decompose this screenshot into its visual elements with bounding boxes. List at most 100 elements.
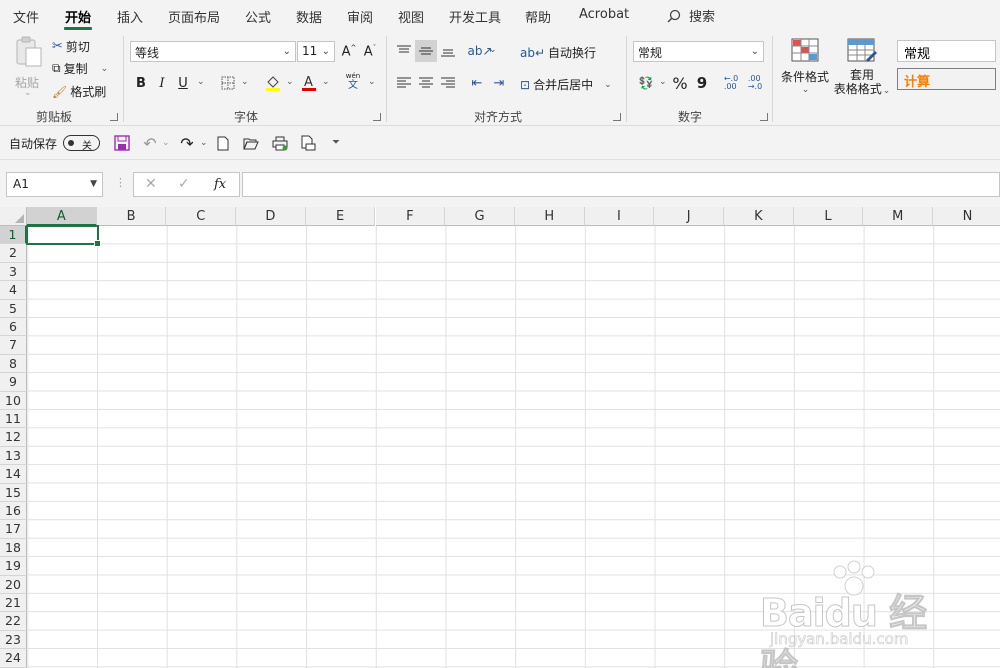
column-header-g[interactable]: G bbox=[445, 207, 515, 226]
paste-button[interactable]: 粘贴 ⌄ bbox=[12, 36, 46, 100]
undo-button[interactable]: ↶ bbox=[139, 132, 161, 154]
print-preview-button[interactable] bbox=[269, 132, 291, 154]
redo-dropdown-icon[interactable]: ⌄ bbox=[200, 138, 208, 148]
cell-style-normal[interactable]: 常规 bbox=[897, 40, 996, 62]
number-launcher-icon[interactable] bbox=[760, 113, 768, 121]
underline-dropdown-icon[interactable]: ⌄ bbox=[197, 77, 205, 87]
cut-button[interactable]: ✂ 剪切 bbox=[52, 38, 90, 55]
align-top-button[interactable] bbox=[393, 40, 415, 62]
tab-formulas[interactable]: 公式 bbox=[245, 7, 271, 26]
copy-button[interactable]: ⧉ 复制 ⌄ bbox=[52, 60, 108, 77]
column-header-n[interactable]: N bbox=[933, 207, 1000, 226]
copy-dropdown-icon[interactable]: ⌄ bbox=[101, 64, 109, 74]
column-header-j[interactable]: J bbox=[654, 207, 724, 226]
row-header-2[interactable]: 2 bbox=[0, 244, 27, 263]
tab-acrobat[interactable]: Acrobat bbox=[579, 7, 629, 22]
fill-color-dropdown-icon[interactable]: ⌄ bbox=[286, 77, 294, 87]
align-middle-button[interactable] bbox=[415, 40, 437, 62]
cell-style-calculation[interactable]: 计算 bbox=[897, 68, 996, 90]
quick-print-button[interactable] bbox=[297, 132, 319, 154]
row-header-3[interactable]: 3 bbox=[0, 262, 27, 282]
row-header-13[interactable]: 13 bbox=[0, 446, 27, 466]
decrease-font-size-button[interactable]: Aˇ bbox=[359, 41, 381, 63]
font-size-select[interactable]: 11 ⌄ bbox=[297, 41, 335, 62]
column-header-c[interactable]: C bbox=[166, 207, 237, 226]
tab-review[interactable]: 审阅 bbox=[347, 7, 373, 26]
row-header-22[interactable]: 22 bbox=[0, 612, 27, 631]
row-header-1[interactable]: 1 bbox=[0, 226, 27, 245]
underline-button[interactable]: U bbox=[172, 72, 194, 94]
font-name-select[interactable]: 等线 ⌄ bbox=[130, 41, 296, 62]
name-box[interactable]: A1 ▼ bbox=[6, 172, 103, 197]
insert-function-icon[interactable]: fx bbox=[214, 177, 226, 192]
number-format-select[interactable]: 常规 ⌄ bbox=[633, 41, 764, 62]
row-header-11[interactable]: 11 bbox=[0, 410, 27, 429]
merge-dropdown-icon[interactable]: ⌄ bbox=[604, 80, 612, 90]
column-header-h[interactable]: H bbox=[514, 207, 585, 226]
wrap-text-button[interactable]: ab↵ 自动换行 bbox=[520, 44, 596, 61]
row-header-19[interactable]: 19 bbox=[0, 557, 27, 576]
row-header-23[interactable]: 23 bbox=[0, 630, 27, 650]
tab-file[interactable]: 文件 bbox=[13, 7, 39, 26]
column-header-e[interactable]: E bbox=[305, 207, 376, 226]
new-file-button[interactable] bbox=[212, 132, 234, 154]
font-color-button[interactable]: A bbox=[298, 72, 320, 94]
orientation-button[interactable]: ab↗ bbox=[467, 40, 492, 62]
column-header-l[interactable]: L bbox=[793, 207, 864, 226]
confirm-entry-icon[interactable]: ✓ bbox=[178, 176, 190, 192]
autosave-toggle[interactable]: 关 bbox=[63, 135, 100, 152]
tab-help[interactable]: 帮助 bbox=[525, 7, 551, 26]
tab-insert[interactable]: 插入 bbox=[117, 7, 143, 26]
column-header-m[interactable]: M bbox=[863, 207, 934, 226]
cancel-entry-icon[interactable]: ✕ bbox=[145, 176, 157, 192]
comma-style-button[interactable]: 9 bbox=[691, 72, 713, 94]
alignment-launcher-icon[interactable] bbox=[613, 113, 621, 121]
fill-color-button[interactable] bbox=[262, 72, 284, 94]
row-header-12[interactable]: 12 bbox=[0, 428, 27, 447]
row-header-5[interactable]: 5 bbox=[0, 299, 27, 318]
percent-style-button[interactable]: % bbox=[669, 72, 691, 94]
borders-dropdown-icon[interactable]: ⌄ bbox=[241, 77, 249, 87]
align-center-button[interactable] bbox=[415, 72, 437, 94]
font-launcher-icon[interactable] bbox=[373, 113, 381, 121]
format-painter-button[interactable]: 🖌 格式刷 bbox=[52, 83, 106, 100]
increase-indent-button[interactable]: ⇥ bbox=[488, 72, 510, 94]
tab-data[interactable]: 数据 bbox=[296, 7, 322, 26]
italic-button[interactable]: I bbox=[151, 72, 173, 94]
bold-button[interactable]: B bbox=[130, 72, 152, 94]
tab-page-layout[interactable]: 页面布局 bbox=[168, 7, 220, 26]
paste-dropdown-icon[interactable]: ⌄ bbox=[24, 88, 32, 98]
customize-qat-icon[interactable]: ⏷ bbox=[332, 137, 340, 148]
row-header-24[interactable]: 24 bbox=[0, 649, 27, 668]
redo-button[interactable]: ↷ bbox=[176, 132, 198, 154]
row-header-6[interactable]: 6 bbox=[0, 318, 27, 337]
font-color-dropdown-icon[interactable]: ⌄ bbox=[322, 77, 330, 87]
column-header-d[interactable]: D bbox=[236, 207, 306, 226]
merge-center-button[interactable]: ⊡ 合并后居中 ⌄ bbox=[520, 76, 612, 93]
column-header-a[interactable]: A bbox=[27, 207, 97, 226]
formula-input[interactable] bbox=[242, 172, 1000, 197]
open-file-button[interactable] bbox=[240, 132, 262, 154]
borders-button[interactable] bbox=[217, 72, 239, 94]
clipboard-launcher-icon[interactable] bbox=[110, 113, 118, 121]
decrease-indent-button[interactable]: ⇤ bbox=[466, 72, 488, 94]
increase-decimal-button[interactable]: ←.0.00 bbox=[720, 72, 742, 94]
tab-home[interactable]: 开始 bbox=[65, 7, 91, 26]
increase-font-size-button[interactable]: A^ bbox=[338, 41, 360, 63]
column-header-i[interactable]: I bbox=[584, 207, 655, 226]
save-button[interactable] bbox=[111, 132, 133, 154]
align-right-button[interactable] bbox=[437, 72, 459, 94]
row-header-9[interactable]: 9 bbox=[0, 373, 27, 392]
column-header-b[interactable]: B bbox=[96, 207, 167, 226]
phonetic-guide-button[interactable]: wén 文 bbox=[342, 70, 364, 92]
row-header-10[interactable]: 10 bbox=[0, 391, 27, 410]
row-header-21[interactable]: 21 bbox=[0, 594, 27, 613]
align-left-button[interactable] bbox=[393, 72, 415, 94]
tab-view[interactable]: 视图 bbox=[398, 7, 424, 26]
row-header-14[interactable]: 14 bbox=[0, 465, 27, 484]
conditional-formatting-button[interactable]: 条件格式 ⌄ bbox=[780, 38, 830, 100]
row-header-18[interactable]: 18 bbox=[0, 538, 27, 558]
undo-dropdown-icon[interactable]: ⌄ bbox=[162, 138, 170, 148]
active-cell-a1[interactable] bbox=[26, 225, 101, 247]
column-header-k[interactable]: K bbox=[724, 207, 794, 226]
